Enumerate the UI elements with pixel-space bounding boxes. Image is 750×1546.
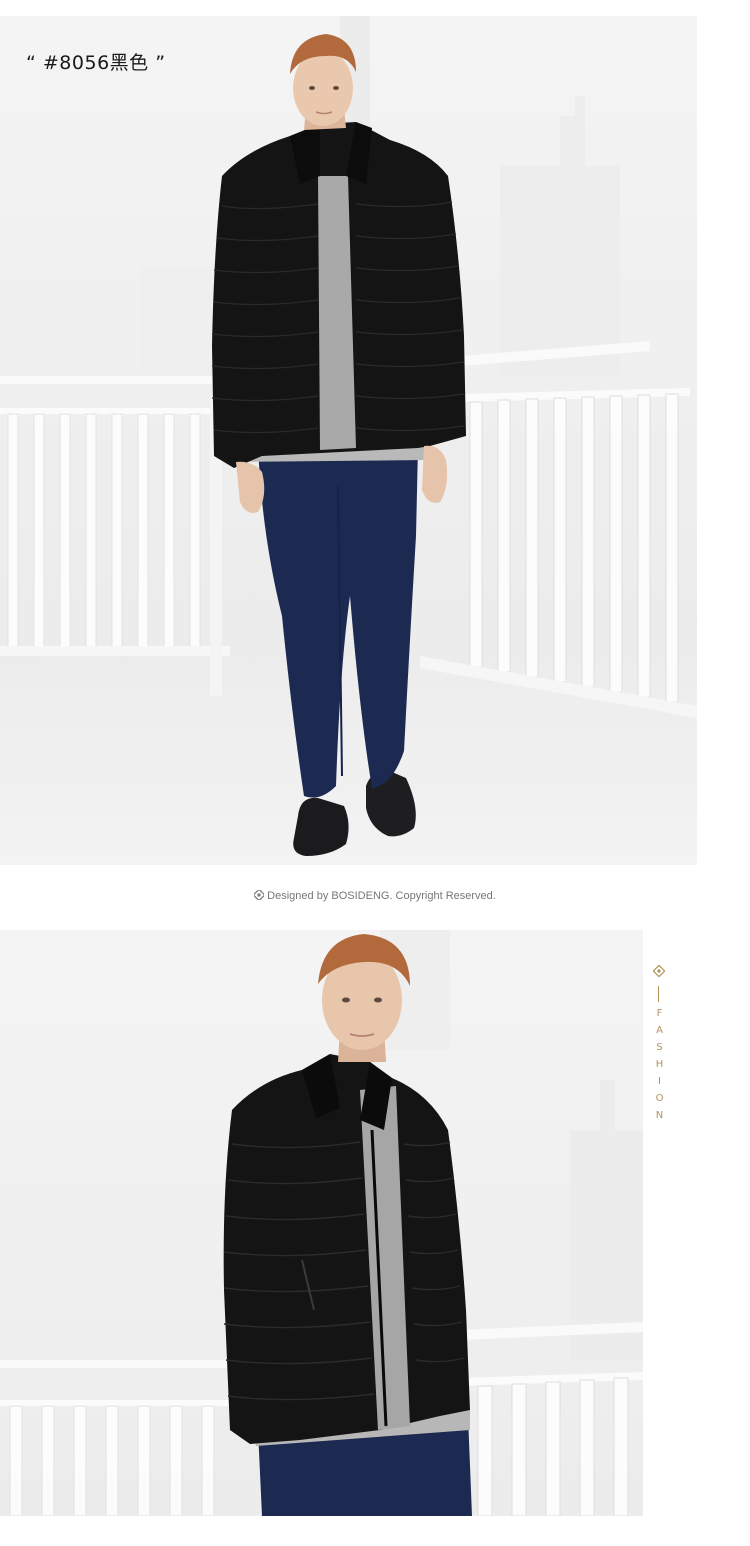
product-photo-full-length: “ #8056黑色 ” bbox=[0, 16, 697, 865]
model-photo-half-length bbox=[0, 930, 643, 1516]
copyright-credit: Designed by BOSIDENG. Copyright Reserved… bbox=[0, 890, 750, 902]
fashion-side-label: FASHION bbox=[650, 962, 668, 1132]
side-divider bbox=[658, 986, 659, 1002]
diamond-icon bbox=[653, 965, 665, 977]
model-photo-full-length bbox=[0, 16, 697, 865]
copyright-text: Designed by BOSIDENG. Copyright Reserved… bbox=[267, 890, 496, 902]
product-color-caption: “ #8056黑色 ” bbox=[26, 52, 166, 74]
bosideng-logo-icon bbox=[254, 890, 265, 900]
fashion-word: FASHION bbox=[654, 1008, 665, 1127]
product-photo-half-length bbox=[0, 930, 643, 1516]
